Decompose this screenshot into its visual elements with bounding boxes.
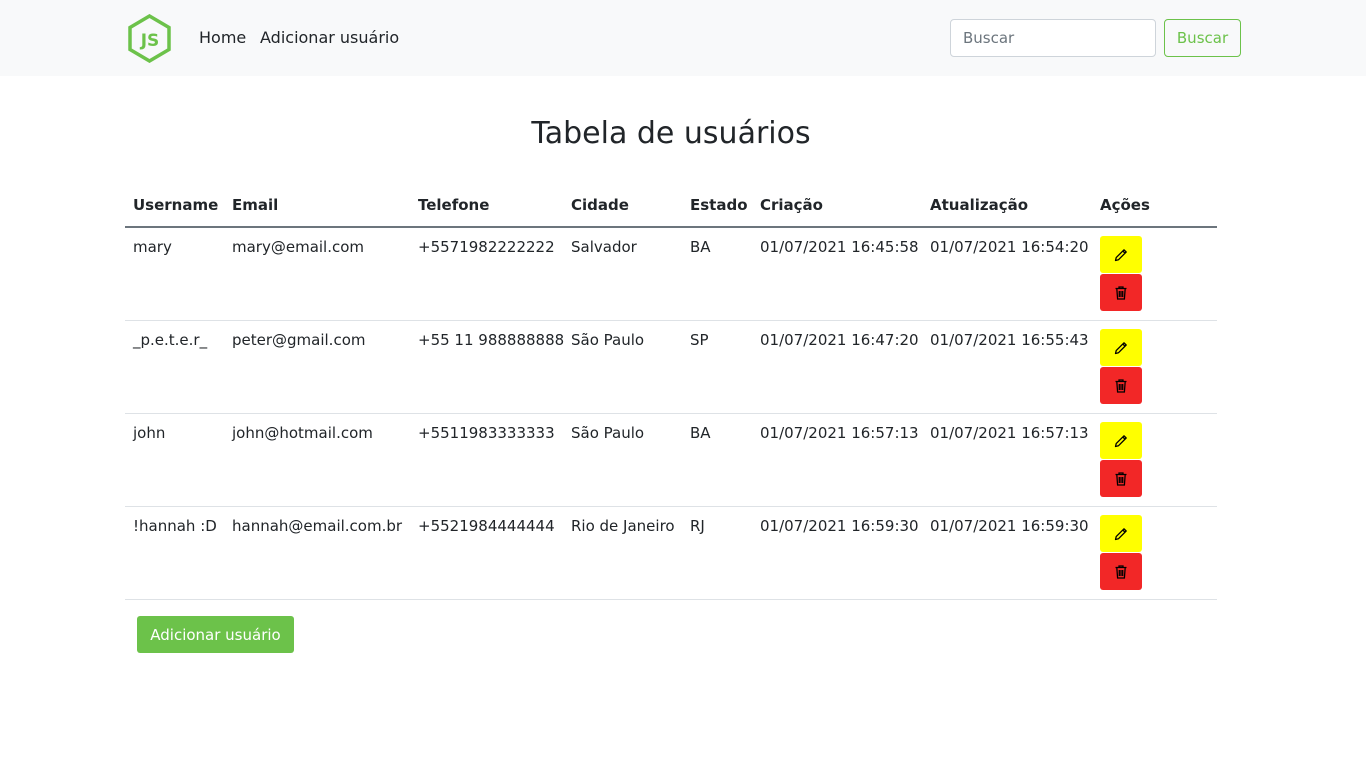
svg-text:JS: JS	[140, 31, 160, 51]
cell-email: peter@gmail.com	[224, 320, 410, 414]
pencil-icon	[1114, 249, 1127, 262]
pencil-icon	[1114, 341, 1127, 354]
delete-button[interactable]	[1100, 274, 1142, 311]
table-header-row: Username Email Telefone Cidade Estado Cr…	[125, 190, 1217, 228]
cell-username: !hannah :D	[125, 506, 224, 600]
trash-icon	[1115, 378, 1127, 393]
edit-button[interactable]	[1100, 236, 1142, 273]
users-table: Username Email Telefone Cidade Estado Cr…	[125, 190, 1217, 600]
nodejs-logo-icon[interactable]: JS	[127, 13, 172, 64]
header-acoes: Ações	[1092, 190, 1217, 228]
header-cidade: Cidade	[563, 190, 682, 228]
cell-cidade: Salvador	[563, 227, 682, 321]
cell-atualizacao: 01/07/2021 16:54:20	[922, 227, 1092, 321]
cell-actions	[1092, 413, 1217, 507]
edit-button[interactable]	[1100, 514, 1142, 552]
edit-button[interactable]	[1100, 328, 1142, 366]
cell-estado: BA	[682, 413, 752, 507]
add-user-button[interactable]: Adicionar usuário	[137, 616, 294, 653]
table-row: john john@hotmail.com +5511983333333 São…	[125, 413, 1217, 507]
header-email: Email	[224, 190, 410, 228]
cell-username: john	[125, 413, 224, 507]
delete-button[interactable]	[1100, 366, 1142, 404]
navbar: JS Home Adicionar usuário Buscar	[0, 0, 1366, 76]
table-row: mary mary@email.com +5571982222222 Salva…	[125, 227, 1217, 321]
search-input[interactable]	[950, 19, 1156, 57]
cell-atualizacao: 01/07/2021 16:55:43	[922, 320, 1092, 414]
trash-icon	[1115, 471, 1127, 486]
header-atualizacao: Atualização	[922, 190, 1092, 228]
cell-atualizacao: 01/07/2021 16:59:30	[922, 506, 1092, 600]
cell-estado: RJ	[682, 506, 752, 600]
header-telefone: Telefone	[410, 190, 563, 228]
cell-atualizacao: 01/07/2021 16:57:13	[922, 413, 1092, 507]
pencil-icon	[1114, 527, 1127, 540]
cell-actions	[1092, 320, 1217, 414]
cell-criacao: 01/07/2021 16:45:58	[752, 227, 922, 321]
cell-cidade: São Paulo	[563, 320, 682, 414]
trash-icon	[1115, 564, 1127, 579]
delete-button[interactable]	[1100, 459, 1142, 497]
cell-cidade: São Paulo	[563, 413, 682, 507]
cell-estado: BA	[682, 227, 752, 321]
cell-email: john@hotmail.com	[224, 413, 410, 507]
page-title: Tabela de usuários	[531, 116, 811, 151]
cell-actions	[1092, 227, 1217, 321]
cell-email: hannah@email.com.br	[224, 506, 410, 600]
header-username: Username	[125, 190, 224, 228]
nav-link-home[interactable]: Home	[199, 28, 246, 48]
header-criacao: Criação	[752, 190, 922, 228]
cell-telefone: +5571982222222	[410, 227, 563, 321]
cell-criacao: 01/07/2021 16:47:20	[752, 320, 922, 414]
cell-criacao: 01/07/2021 16:57:13	[752, 413, 922, 507]
edit-button[interactable]	[1100, 421, 1142, 459]
nav-link-add-user[interactable]: Adicionar usuário	[260, 28, 399, 48]
cell-username: _p.e.t.e.r_	[125, 320, 224, 414]
cell-telefone: +55 11 988888888	[410, 320, 564, 414]
cell-email: mary@email.com	[224, 227, 410, 321]
cell-telefone: +5521984444444	[410, 506, 563, 600]
cell-actions	[1092, 506, 1217, 600]
header-estado: Estado	[682, 190, 752, 228]
cell-cidade: Rio de Janeiro	[563, 506, 682, 600]
cell-criacao: 01/07/2021 16:59:30	[752, 506, 922, 600]
delete-button[interactable]	[1100, 552, 1142, 590]
cell-username: mary	[125, 227, 224, 321]
trash-icon	[1115, 286, 1127, 300]
cell-estado: SP	[682, 320, 752, 414]
pencil-icon	[1114, 434, 1127, 447]
cell-telefone: +5511983333333	[410, 413, 563, 507]
table-row: !hannah :D hannah@email.com.br +55219844…	[125, 506, 1217, 600]
table-row: _p.e.t.e.r_ peter@gmail.com +55 11 98888…	[125, 320, 1217, 414]
search-button[interactable]: Buscar	[1164, 19, 1241, 57]
